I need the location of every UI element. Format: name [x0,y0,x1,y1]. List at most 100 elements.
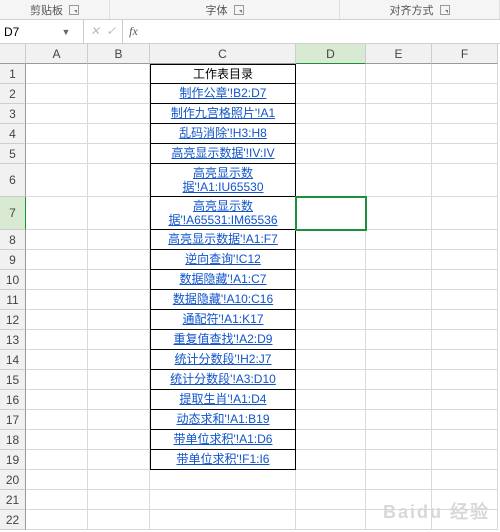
cell[interactable] [296,390,366,410]
cell[interactable] [432,197,498,230]
cell[interactable] [26,124,88,144]
hyperlink[interactable]: 带单位求积'!A1:D6 [174,432,273,446]
cell[interactable] [88,197,150,230]
row-header[interactable]: 12 [0,310,26,330]
cell[interactable] [296,370,366,390]
col-header-B[interactable]: B [88,44,150,64]
chevron-down-icon[interactable]: ▼ [60,27,72,37]
row-header[interactable]: 17 [0,410,26,430]
cell[interactable] [432,84,498,104]
hyperlink[interactable]: 带单位求积'!F1:I6 [177,452,270,466]
cell[interactable] [26,164,88,197]
row-header[interactable]: 4 [0,124,26,144]
cell[interactable] [88,430,150,450]
cell[interactable] [26,197,88,230]
cell[interactable] [296,510,366,530]
cell[interactable] [366,350,432,370]
cell[interactable] [296,144,366,164]
cell[interactable] [296,270,366,290]
cell[interactable] [26,230,88,250]
cell[interactable] [88,124,150,144]
cell[interactable] [432,124,498,144]
col-header-A[interactable]: A [26,44,88,64]
cell[interactable] [366,230,432,250]
formula-bar-input[interactable] [144,20,500,43]
cell[interactable]: 制作九宫格照片'!A1 [150,104,296,124]
cell[interactable] [150,470,296,490]
row-header[interactable]: 1 [0,64,26,84]
cell[interactable] [366,330,432,350]
row-header[interactable]: 18 [0,430,26,450]
fx-icon[interactable]: fx [123,20,144,43]
row-header[interactable]: 3 [0,104,26,124]
cell[interactable] [432,430,498,450]
cell[interactable] [88,390,150,410]
cell[interactable] [366,310,432,330]
cell[interactable]: 工作表目录 [150,64,296,84]
cell[interactable] [88,470,150,490]
cell[interactable] [88,310,150,330]
row-header[interactable]: 7 [0,197,26,230]
cell[interactable] [296,250,366,270]
cell[interactable] [366,490,432,510]
row-header[interactable]: 16 [0,390,26,410]
cell[interactable] [26,370,88,390]
cell[interactable]: 重复值查找'!A2:D9 [150,330,296,350]
cell[interactable]: 高亮显示数据'!A1:IU65530 [150,164,296,197]
cell[interactable] [88,350,150,370]
hyperlink[interactable]: 乱码消除'!H3:H8 [179,126,267,140]
cell[interactable] [88,290,150,310]
cell[interactable] [26,250,88,270]
cell[interactable] [88,144,150,164]
cell[interactable] [432,490,498,510]
cell[interactable] [88,250,150,270]
row-header[interactable]: 19 [0,450,26,470]
hyperlink[interactable]: 高亮显示数据'!A1:F7 [168,232,278,246]
cell[interactable] [296,124,366,144]
hyperlink[interactable]: 高亮显示数据'!IV:IV [171,146,274,160]
cell[interactable]: 带单位求积'!A1:D6 [150,430,296,450]
col-header-E[interactable]: E [366,44,432,64]
cell[interactable] [296,104,366,124]
cell[interactable] [26,350,88,370]
cell[interactable]: 数据隐藏'!A1:C7 [150,270,296,290]
cell[interactable] [366,270,432,290]
cell[interactable] [88,410,150,430]
cell[interactable] [432,230,498,250]
hyperlink[interactable]: 重复值查找'!A2:D9 [174,332,273,346]
cell[interactable] [366,84,432,104]
hyperlink[interactable]: 提取生肖'!A1:D4 [180,392,267,406]
cell[interactable] [366,430,432,450]
cell[interactable]: 通配符'!A1:K17 [150,310,296,330]
col-header-C[interactable]: C [150,44,296,64]
cell[interactable] [432,310,498,330]
cell[interactable] [366,410,432,430]
cell[interactable] [296,450,366,470]
cell[interactable] [366,124,432,144]
cell[interactable] [26,390,88,410]
hyperlink[interactable]: 高亮显示数据'!A65531:IM65536 [153,199,293,228]
cell[interactable] [26,64,88,84]
cell[interactable] [296,490,366,510]
cell[interactable] [88,84,150,104]
cell[interactable] [88,330,150,350]
cell[interactable] [366,250,432,270]
cell[interactable] [432,290,498,310]
cell[interactable] [432,350,498,370]
cell[interactable] [88,64,150,84]
cell[interactable] [366,144,432,164]
hyperlink[interactable]: 逆向查询'!C12 [185,252,261,266]
cell[interactable]: 高亮显示数据'!A1:F7 [150,230,296,250]
hyperlink[interactable]: 通配符'!A1:K17 [183,312,264,326]
hyperlink[interactable]: 统计分数段'!A3:D10 [170,372,276,386]
cell[interactable] [26,470,88,490]
row-header[interactable]: 2 [0,84,26,104]
row-header[interactable]: 20 [0,470,26,490]
name-box[interactable]: ▼ [0,20,84,43]
cell[interactable] [366,450,432,470]
cell[interactable] [150,490,296,510]
cell[interactable] [296,84,366,104]
cell[interactable] [296,330,366,350]
cell[interactable] [26,104,88,124]
cell[interactable] [26,290,88,310]
